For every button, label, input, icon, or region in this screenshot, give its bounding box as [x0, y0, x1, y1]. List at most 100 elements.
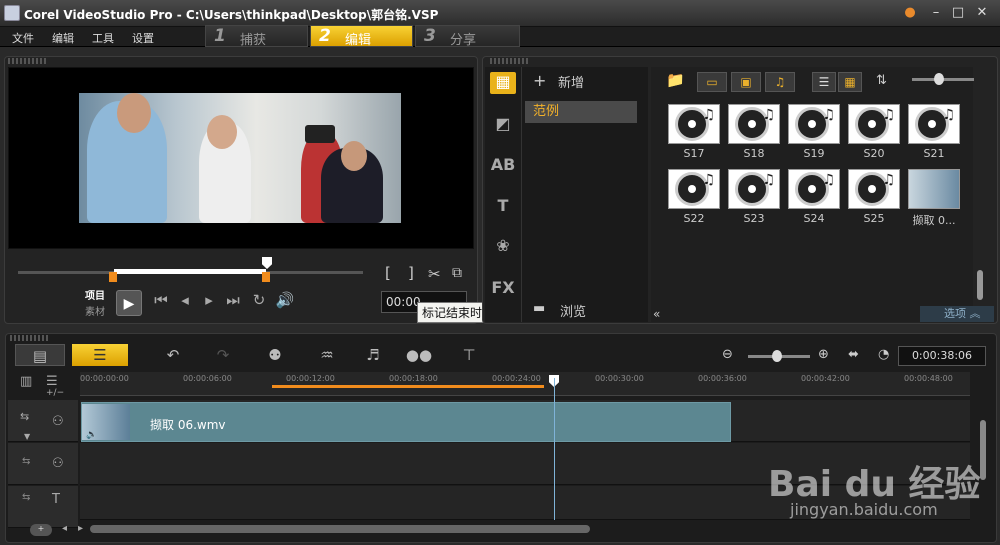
folder-icon[interactable]: 📁: [666, 71, 685, 89]
fit-project-icon[interactable]: ⬌: [848, 347, 859, 362]
zoom-out-icon[interactable]: ⊖: [722, 347, 733, 362]
track-expand-icon[interactable]: ▼: [24, 432, 30, 441]
undo-icon[interactable]: ↶: [148, 344, 198, 366]
audio-thumbnail[interactable]: ♫: [788, 169, 840, 209]
sound-mixer-icon[interactable]: ♒: [302, 344, 352, 366]
collapse-icon[interactable]: «: [653, 307, 660, 321]
ruler-tick: 00:00:48:00: [904, 374, 953, 383]
timeline-grip[interactable]: [10, 335, 50, 341]
graphics-icon[interactable]: ❀: [490, 236, 516, 258]
audio-thumbnail[interactable]: ♫: [728, 104, 780, 144]
panel-grip[interactable]: [8, 58, 48, 64]
menu-tools[interactable]: 工具: [92, 30, 114, 46]
timeline-hscroll[interactable]: [90, 525, 590, 533]
library-grip[interactable]: [490, 58, 530, 64]
next-frame-icon[interactable]: ▸: [198, 291, 220, 309]
ruler-tick: 00:00:00:00: [80, 374, 129, 383]
timeline-view-icon[interactable]: ☰: [72, 344, 128, 366]
clip-name: 撷取 06.wmv: [150, 418, 226, 432]
tab-edit[interactable]: 2 编辑: [310, 25, 413, 48]
timeline-ruler[interactable]: 00:00:00:00 00:00:06:00 00:00:12:00 00:0…: [80, 372, 970, 396]
track-toggle-icon[interactable]: ⇆: [20, 410, 29, 423]
menu-edit[interactable]: 编辑: [52, 30, 74, 46]
enlarge-icon[interactable]: ⧉: [452, 265, 462, 281]
ruler-tick: 00:00:24:00: [492, 374, 541, 383]
maximize-button[interactable]: □: [946, 4, 970, 22]
title-ab-icon[interactable]: AB: [490, 155, 516, 177]
audio-thumbnail[interactable]: ♫: [908, 104, 960, 144]
media-label: S17: [683, 147, 705, 160]
list-view-icon[interactable]: ☰: [812, 72, 836, 92]
trim-start-handle[interactable]: [109, 272, 117, 282]
minimize-button[interactable]: –: [924, 4, 948, 22]
mode-clip[interactable]: 素材: [85, 303, 105, 318]
show-video-icon[interactable]: ▭: [697, 72, 727, 92]
scroll-left-icon[interactable]: ◂: [62, 523, 67, 534]
overlay-toggle-icon[interactable]: ⇆: [22, 456, 30, 467]
chapter-icon[interactable]: ☰: [46, 374, 58, 389]
thumbnail-view-icon[interactable]: ▦: [838, 72, 862, 92]
sort-icon[interactable]: ⇅: [876, 73, 887, 88]
end-icon[interactable]: ⏭: [222, 291, 244, 309]
media-scrollbar[interactable]: [977, 270, 983, 300]
video-track-icon: ⚇: [52, 414, 64, 429]
auto-music-icon[interactable]: ♬: [348, 344, 398, 366]
previous-frame-icon[interactable]: ◂: [174, 291, 196, 309]
menu-file[interactable]: 文件: [12, 30, 34, 46]
show-photo-icon[interactable]: ▣: [731, 72, 761, 92]
ripple-editing-toggle[interactable]: +/−: [46, 388, 64, 398]
help-icon[interactable]: ●: [898, 4, 922, 22]
mark-out-button[interactable]: ]: [408, 264, 414, 282]
browse-button[interactable]: 浏览: [560, 301, 586, 320]
close-button[interactable]: ✕: [970, 4, 994, 22]
audio-thumbnail[interactable]: ♫: [668, 104, 720, 144]
audio-thumbnail[interactable]: ♫: [788, 104, 840, 144]
tab-share[interactable]: 3 分享: [415, 25, 520, 48]
timeline-vscroll[interactable]: [980, 420, 986, 480]
redo-icon[interactable]: ↷: [198, 344, 248, 366]
duration-icon[interactable]: ◔: [878, 347, 889, 362]
browse-icon[interactable]: ▬: [533, 301, 545, 316]
mode-project[interactable]: 项目: [85, 287, 105, 302]
tab-capture[interactable]: 1 捕获: [205, 25, 308, 48]
scissors-icon[interactable]: ✂: [428, 265, 441, 283]
audio-thumbnail[interactable]: ♫: [728, 169, 780, 209]
text-t-icon[interactable]: T: [490, 196, 516, 218]
add-track-icon[interactable]: +: [30, 524, 52, 536]
play-button[interactable]: ▶: [116, 290, 142, 316]
audio-thumbnail[interactable]: ♫: [848, 169, 900, 209]
zoom-in-icon[interactable]: ⊕: [818, 347, 829, 362]
thumbnail-size-handle[interactable]: [934, 73, 944, 85]
show-audio-icon[interactable]: ♫: [765, 72, 795, 92]
audio-thumbnail[interactable]: ♫: [668, 169, 720, 209]
record-capture-icon[interactable]: ⚉: [250, 344, 300, 366]
transition-icon[interactable]: ◩: [490, 114, 516, 136]
fx-icon[interactable]: FX: [490, 278, 516, 300]
add-folder-button[interactable]: 新增: [558, 72, 584, 91]
ruler-tick: 00:00:42:00: [801, 374, 850, 383]
storyboard-view-icon[interactable]: ▤: [15, 344, 65, 366]
subtitle-editor-icon[interactable]: ⊤: [444, 344, 494, 366]
repeat-icon[interactable]: ↻: [248, 291, 270, 309]
overlay-track-header: [8, 443, 78, 485]
video-thumbnail[interactable]: [908, 169, 960, 209]
zoom-handle[interactable]: [772, 350, 782, 362]
media-icon[interactable]: ▦: [490, 72, 516, 94]
scroll-right-icon[interactable]: ▸: [78, 523, 83, 534]
ruler-tick: 00:00:30:00: [595, 374, 644, 383]
volume-icon[interactable]: 🔊: [274, 291, 296, 309]
add-icon[interactable]: +: [533, 71, 546, 90]
audio-thumbnail[interactable]: ♫: [848, 104, 900, 144]
options-button[interactable]: 选项 ︽: [920, 306, 994, 322]
app-icon: [4, 5, 20, 21]
media-label: S19: [803, 147, 825, 160]
mark-in-button[interactable]: [: [385, 264, 391, 282]
track-manager-icon[interactable]: ▥: [20, 374, 32, 389]
trim-end-handle[interactable]: [262, 272, 270, 282]
title-toggle-icon[interactable]: ⇆: [22, 492, 30, 503]
folder-item-samples[interactable]: 范例: [525, 101, 637, 123]
home-icon[interactable]: ⏮: [150, 291, 172, 309]
menu-settings[interactable]: 设置: [132, 30, 154, 46]
ruler-tick: 00:00:36:00: [698, 374, 747, 383]
motion-track-icon[interactable]: ●●: [394, 344, 444, 366]
